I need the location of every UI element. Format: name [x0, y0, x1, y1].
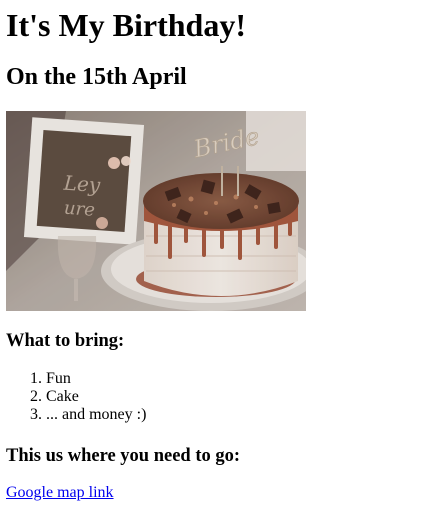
list-item: Fun: [46, 370, 146, 388]
what-to-bring-heading: What to bring:: [6, 331, 125, 351]
bring-list: Fun Cake ... and money :): [6, 370, 146, 424]
birthday-cake-image: Ley ure Bride: [6, 111, 306, 311]
page-title: It's My Birthday!: [6, 7, 246, 43]
list-item: ... and money :): [46, 406, 146, 424]
location-heading: This us where you need to go:: [6, 446, 241, 466]
list-item: Cake: [46, 388, 146, 406]
google-map-link[interactable]: Google map link: [6, 484, 114, 502]
page-subtitle: On the 15th April: [6, 64, 187, 90]
page: It's My Birthday! On the 15th April Ley …: [0, 0, 437, 518]
